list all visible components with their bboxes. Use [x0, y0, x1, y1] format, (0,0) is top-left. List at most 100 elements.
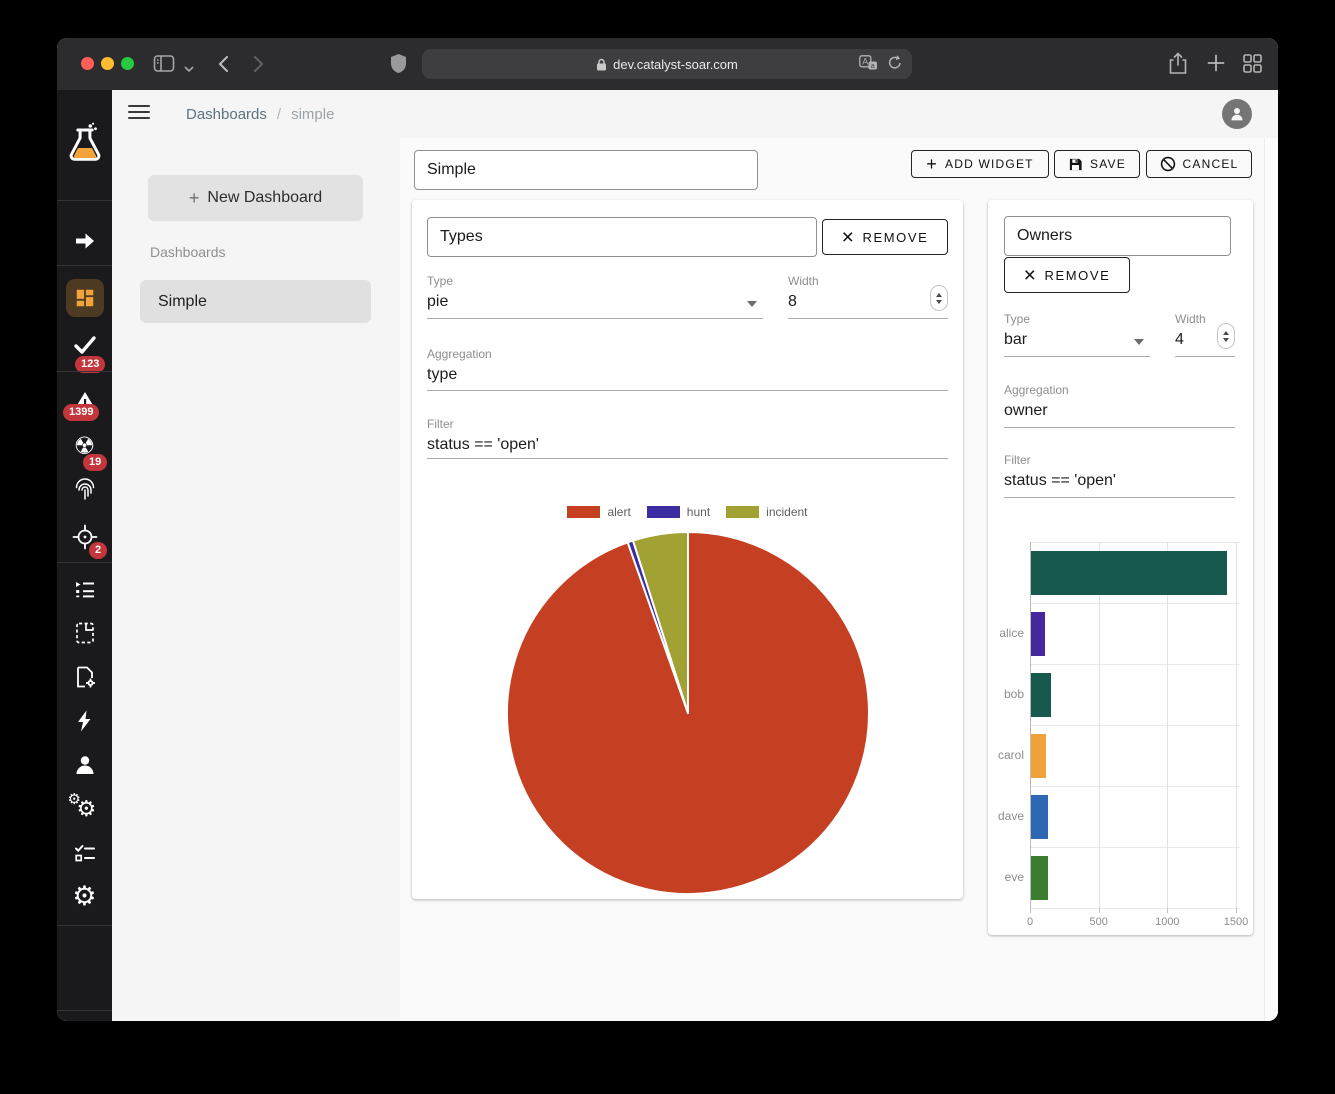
bar-gridline-h: [1030, 725, 1240, 726]
add-widget-label: ADD WIDGET: [945, 157, 1034, 171]
filter-field[interactable]: Filter status == 'open': [1004, 453, 1235, 498]
reload-icon[interactable]: [888, 55, 902, 73]
remove-widget-button[interactable]: × REMOVE: [822, 219, 948, 255]
bar-ytick-label: dave: [990, 786, 1024, 847]
close-window-button[interactable]: [81, 57, 94, 70]
bar-gridline-v: [1099, 542, 1100, 908]
width-field[interactable]: Width 8: [788, 274, 948, 319]
rail-item-cases[interactable]: ☢ 19: [57, 435, 112, 459]
bar-dave: [1031, 795, 1048, 839]
bar-ytick-label: bob: [990, 664, 1024, 725]
svg-text:A: A: [862, 57, 868, 67]
rail-item-templates[interactable]: [57, 621, 112, 645]
breadcrumb-current: simple: [291, 106, 334, 123]
legend-label: hunt: [687, 505, 710, 519]
new-dashboard-button[interactable]: + New Dashboard: [148, 175, 363, 221]
rail-item-automation[interactable]: [57, 709, 112, 733]
flask-icon: [64, 122, 106, 166]
breadcrumb-dashboards[interactable]: Dashboards: [186, 106, 267, 123]
number-stepper[interactable]: [930, 285, 948, 311]
rail-item-list[interactable]: [57, 577, 112, 601]
rail-item-alerts[interactable]: 1399: [57, 390, 112, 414]
back-icon[interactable]: [218, 55, 229, 78]
bar-gridline-h: [1030, 542, 1240, 543]
fingerprint-icon: [73, 477, 97, 502]
legend-swatch-icon: [647, 506, 680, 518]
catalyst-logo[interactable]: [57, 122, 112, 166]
cancel-label: CANCEL: [1183, 157, 1239, 171]
select-caret-icon: [1134, 339, 1144, 345]
share-page-icon[interactable]: [1169, 52, 1187, 80]
bar-axis-tick: [1030, 908, 1031, 913]
zoom-window-button[interactable]: [121, 57, 134, 70]
rail-item-users[interactable]: [57, 753, 112, 777]
rail-item-jobs[interactable]: [57, 841, 112, 865]
aggregation-field[interactable]: Aggregation owner: [1004, 383, 1235, 428]
rail-divider: [57, 265, 112, 266]
dashboard-list-item-simple[interactable]: Simple: [140, 280, 371, 323]
translate-icon[interactable]: A a: [859, 55, 878, 73]
remove-widget-button[interactable]: × REMOVE: [1004, 257, 1130, 293]
privacy-shield-icon[interactable]: [390, 53, 407, 79]
width-label: Width: [788, 274, 948, 288]
filter-field[interactable]: Filter status == 'open': [427, 417, 948, 459]
new-dashboard-label: New Dashboard: [207, 189, 322, 207]
legend-item-hunt[interactable]: hunt: [647, 505, 710, 519]
rail-item-services[interactable]: ⚙ ⚙: [57, 796, 112, 824]
arrow-right-icon: [73, 229, 97, 253]
legend-item-alert[interactable]: alert: [567, 505, 630, 519]
add-widget-button[interactable]: + ADD WIDGET: [911, 150, 1049, 178]
rail-item-flows[interactable]: [57, 229, 112, 253]
person-icon: [73, 753, 97, 777]
bar-gridline-h: [1030, 786, 1240, 787]
check-icon: [72, 333, 98, 357]
rail-item-file-settings[interactable]: [57, 665, 112, 689]
chevron-down-icon[interactable]: [184, 60, 194, 78]
rail-item-dashboards[interactable]: [57, 279, 112, 317]
dashboard-name-input[interactable]: [414, 150, 758, 190]
rail-item-tasks[interactable]: 123: [57, 333, 112, 357]
widget-name-input[interactable]: [1004, 216, 1231, 256]
bar-ytick-label: [990, 542, 1024, 603]
bar-eve: [1031, 856, 1048, 900]
number-stepper[interactable]: [1217, 323, 1235, 349]
type-select[interactable]: Type bar: [1004, 312, 1150, 357]
type-select[interactable]: Type pie: [427, 274, 763, 319]
widget-card-types: × REMOVE Type pie Width 8 Aggregation ty…: [412, 200, 963, 899]
gear-icon: ⚙: [72, 883, 96, 910]
menu-icon[interactable]: [128, 103, 150, 126]
filter-label: Filter: [427, 417, 948, 431]
rail-item-scope[interactable]: 2: [57, 524, 112, 550]
widget-name-input[interactable]: [427, 217, 817, 257]
bar-gridline-h: [1030, 603, 1240, 604]
sidebar-toggle-icon[interactable]: [153, 54, 175, 79]
rail-item-forensics[interactable]: [57, 477, 112, 502]
cancel-button[interactable]: CANCEL: [1146, 150, 1252, 178]
address-bar[interactable]: dev.catalyst-soar.com A a: [422, 49, 912, 79]
app-header: Dashboards / simple: [112, 90, 1278, 139]
save-button[interactable]: SAVE: [1054, 150, 1140, 178]
width-value: 8: [788, 293, 948, 311]
type-label: Type: [1004, 312, 1150, 326]
type-value: bar: [1004, 331, 1150, 349]
close-icon: ×: [842, 227, 856, 248]
legend-label: incident: [766, 505, 807, 519]
bar-ytick-label: alice: [990, 603, 1024, 664]
rail-item-settings[interactable]: ⚙: [57, 883, 112, 910]
pie-chart: [504, 529, 872, 897]
file-gear-icon: [73, 665, 97, 689]
tab-overview-icon[interactable]: [1243, 54, 1262, 78]
widget-card-owners: × REMOVE Type bar Width 4 Aggregation ow…: [988, 200, 1253, 935]
cases-badge: 19: [83, 454, 107, 471]
width-field[interactable]: Width 4: [1175, 312, 1235, 357]
minimize-window-button[interactable]: [101, 57, 114, 70]
user-avatar[interactable]: [1222, 99, 1252, 129]
legend-item-incident[interactable]: incident: [726, 505, 807, 519]
scrollbar-track[interactable]: [1264, 138, 1278, 1021]
aggregation-field[interactable]: Aggregation type: [427, 347, 948, 391]
forward-icon[interactable]: [253, 55, 264, 78]
browser-window: dev.catalyst-soar.com A a: [57, 38, 1278, 1021]
cancel-slash-icon: [1160, 156, 1176, 172]
bar-bob: [1031, 673, 1051, 717]
new-tab-icon[interactable]: [1207, 54, 1225, 77]
